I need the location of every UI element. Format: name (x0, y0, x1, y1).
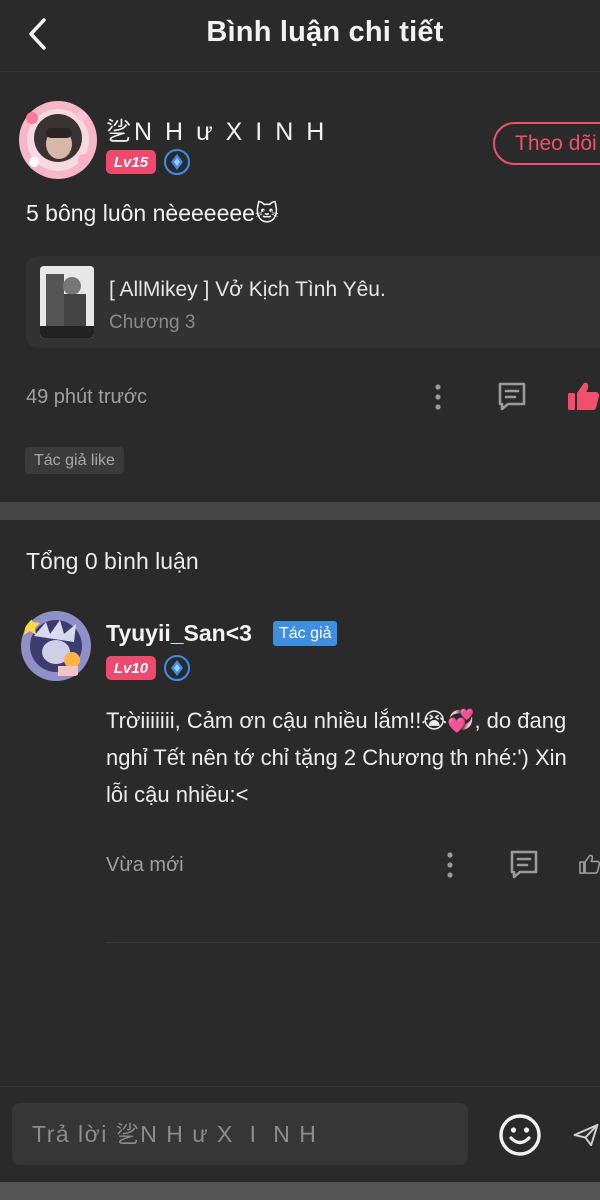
reply-thumbs-up-icon[interactable] (578, 846, 600, 882)
reply-text: Trờiiiiiii, Cảm ơn cậu nhiều lắm!!😭💞, do… (106, 708, 567, 807)
comment-icon[interactable] (494, 378, 530, 414)
reply-time: Vừa mới (106, 854, 184, 876)
user-avatar[interactable] (18, 100, 98, 180)
total-comments-label: Tổng 0 bình luận (26, 548, 199, 574)
reply-avatar[interactable] (20, 610, 92, 682)
app-header: Bình luận chi tiết (0, 0, 600, 72)
book-chapter: Chương 3 (109, 312, 196, 333)
bottom-edge (0, 1182, 600, 1200)
reply-verified-icon (164, 655, 190, 681)
reply-comment-icon[interactable] (506, 846, 542, 882)
page-title: Bình luận chi tiết (206, 16, 444, 48)
comment-time: 49 phút trước (26, 386, 148, 408)
more-icon[interactable] (426, 380, 450, 414)
book-title: [ AllMikey ] Vở Kịch Tình Yêu. (109, 278, 386, 301)
reply-level-badge: Lv10 (106, 656, 156, 680)
main-comment: 乷N H ư X I N H Lv15 Theo dõi 5 bông luôn… (0, 72, 600, 502)
replies-section: Tổng 0 bình luận Tyuyii_San<3 Tác giả Lv… (0, 520, 600, 1086)
reply-more-icon[interactable] (438, 848, 462, 882)
send-icon[interactable] (572, 1113, 600, 1157)
book-cover-image (40, 266, 94, 338)
author-tag: Tác giả (273, 621, 338, 646)
reply-separator (106, 942, 600, 943)
follow-button[interactable]: Theo dõi (493, 122, 600, 165)
verified-icon (164, 149, 190, 175)
level-badge: Lv15 (106, 150, 156, 174)
thumbs-up-icon[interactable] (566, 378, 600, 414)
username[interactable]: 乷N H ư X I N H (106, 112, 327, 148)
section-divider (0, 502, 600, 520)
author-like-tag: Tác giả like (25, 447, 124, 474)
book-card[interactable]: [ AllMikey ] Vở Kịch Tình Yêu. Chương 3 (26, 256, 600, 348)
reply-bar (0, 1086, 600, 1182)
emoji-icon[interactable] (496, 1111, 544, 1159)
reply-input[interactable] (12, 1103, 468, 1165)
comment-text: 5 bông luôn nèeeeeee🐱 (26, 200, 279, 226)
reply-username[interactable]: Tyuyii_San<3 (106, 620, 252, 647)
